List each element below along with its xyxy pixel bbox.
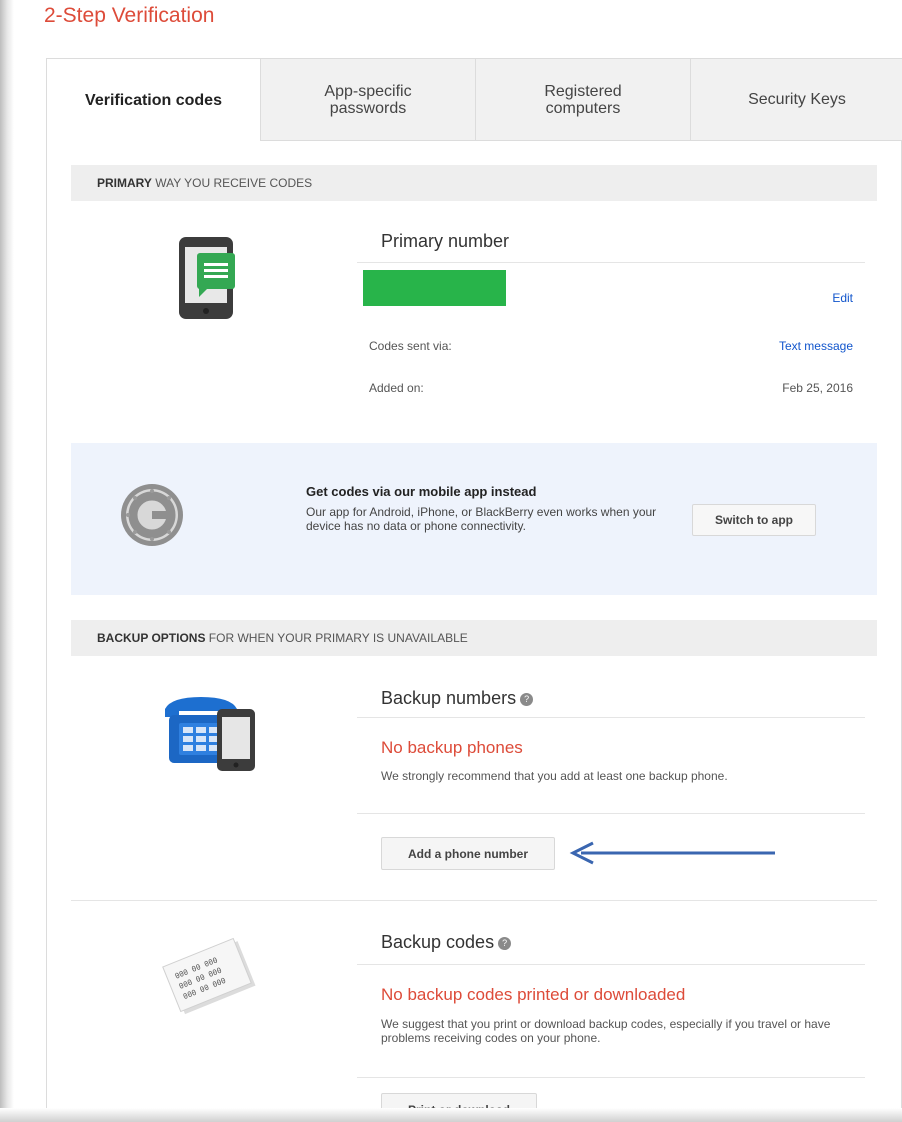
added-on-label: Added on: [369, 381, 424, 395]
no-backup-codes-warning: No backup codes printed or downloaded [381, 985, 686, 1004]
divider [357, 717, 865, 718]
help-icon[interactable]: ? [520, 693, 534, 706]
switch-to-app-button[interactable]: Switch to app [692, 504, 816, 536]
backup-header-bold: BACKUP OPTIONS [97, 631, 206, 645]
primary-section-header: PRIMARY WAY YOU RECEIVE CODES [71, 165, 877, 201]
backup-section-header: BACKUP OPTIONS FOR WHEN YOUR PRIMARY IS … [71, 620, 877, 656]
codes-sent-link[interactable]: Text message [653, 339, 853, 353]
tab-label: Registered computers [544, 82, 622, 117]
authenticator-app-icon [121, 484, 183, 546]
tab-bar: Verification codes App-specific password… [47, 59, 902, 141]
redacted-phone-number [363, 270, 506, 306]
tab-verification-codes[interactable]: Verification codes [47, 59, 260, 141]
edit-link[interactable]: Edit [773, 291, 853, 305]
added-on-value: Feb 25, 2016 [782, 381, 853, 395]
tab-registered-computers[interactable]: Registered computers [475, 59, 690, 141]
tab-app-specific-passwords[interactable]: App-specific passwords [260, 59, 475, 141]
codes-sent-label: Codes sent via: [369, 339, 452, 353]
arrow-annotation-icon [569, 841, 775, 865]
add-phone-number-button[interactable]: Add a phone number [381, 837, 555, 870]
divider [357, 1077, 865, 1078]
promo-description: Our app for Android, iPhone, or BlackBer… [306, 505, 657, 533]
tab-label: Security Keys [748, 91, 846, 108]
backup-header-rest: FOR WHEN YOUR PRIMARY IS UNAVAILABLE [205, 631, 468, 645]
primary-header-bold: PRIMARY [97, 176, 152, 190]
divider [357, 964, 865, 965]
primary-number-title: Primary number [381, 231, 510, 251]
backup-numbers-title-text: Backup numbers [381, 688, 517, 708]
help-icon[interactable]: ? [498, 937, 512, 950]
tab-security-keys[interactable]: Security Keys [690, 59, 902, 141]
authenticator-promo: Get codes via our mobile app instead Our… [71, 443, 877, 595]
window-bottom-shadow [0, 1108, 902, 1122]
no-backup-phones-warning: No backup phones [381, 738, 523, 757]
backup-codes-description: We suggest that you print or download ba… [381, 1017, 831, 1045]
backup-phones-icon [165, 697, 255, 771]
page-title: 2-Step Verification [44, 4, 215, 27]
verification-panel: Verification codes App-specific password… [46, 58, 902, 1122]
promo-title: Get codes via our mobile app instead [306, 484, 537, 499]
divider [357, 813, 865, 814]
divider [357, 262, 865, 263]
divider [71, 900, 877, 901]
tab-label: App-specific passwords [324, 82, 412, 117]
backup-numbers-title: Backup numbers? [381, 688, 534, 709]
window-edge-shadow [0, 0, 14, 1110]
backup-codes-paper-icon: 000 00 000 000 00 000 000 00 000 [162, 937, 256, 1015]
primary-header-rest: WAY YOU RECEIVE CODES [151, 176, 313, 190]
phone-sms-icon [179, 237, 235, 319]
backup-codes-title: Backup codes? [381, 932, 512, 953]
backup-codes-title-text: Backup codes [381, 932, 495, 952]
tab-label: Verification codes [85, 91, 222, 109]
backup-phones-description: We strongly recommend that you add at le… [381, 769, 728, 783]
